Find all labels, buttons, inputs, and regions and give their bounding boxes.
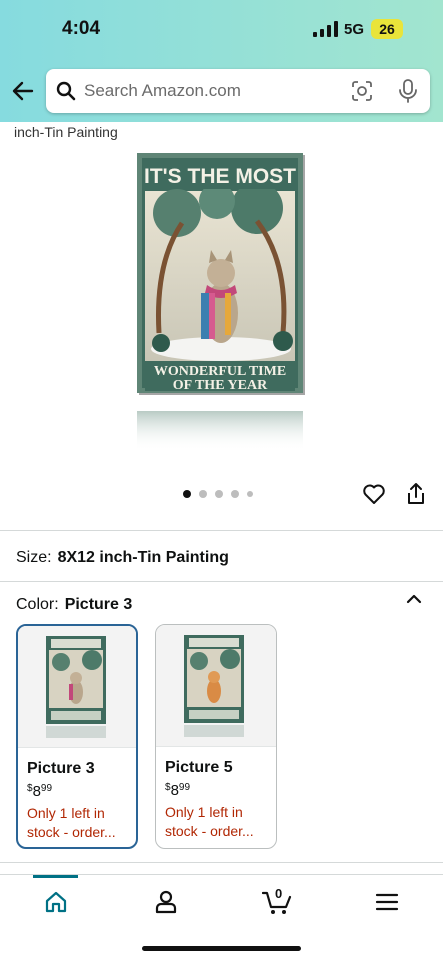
product-image[interactable]: IT'S THE MOST WONDERFUL TIME OF THE YEAR [137, 153, 307, 451]
image-carousel-dots[interactable] [183, 489, 253, 499]
color-swatch-picture-5[interactable]: Picture 5 $899 Only 1 left in stock - or… [155, 624, 277, 849]
breadcrumb: inch-Tin Painting [14, 124, 118, 140]
menu-icon[interactable] [375, 889, 399, 915]
divider [0, 862, 443, 863]
divider [0, 530, 443, 531]
home-icon[interactable] [43, 889, 69, 915]
swatch-thumbnail [18, 626, 136, 748]
home-indicator[interactable] [142, 946, 301, 951]
chevron-up-icon[interactable] [405, 592, 423, 606]
divider [0, 581, 443, 582]
swatch-thumbnail [156, 625, 276, 747]
carousel-dot[interactable] [183, 490, 191, 498]
cart-count-badge: 0 [275, 886, 283, 901]
swatch-poster-image [46, 636, 106, 738]
active-tab-indicator [33, 875, 78, 878]
back-arrow-icon[interactable] [12, 80, 34, 102]
color-label: Color: [16, 596, 59, 613]
carousel-dot[interactable] [199, 490, 207, 498]
status-time: 4:04 [62, 18, 101, 39]
heart-icon[interactable] [362, 482, 386, 506]
poster-footer-line2: OF THE YEAR [173, 378, 268, 393]
header-bar: 4:04 5G 26 [0, 0, 443, 122]
swatch-price: $899 [27, 783, 53, 800]
search-icon [56, 81, 76, 101]
color-swatch-picture-3[interactable]: Picture 3 $899 Only 1 left in stock - or… [16, 624, 138, 849]
search-input[interactable] [84, 69, 342, 113]
color-selector-header: Color: Picture 3 [16, 596, 132, 614]
network-type: 5G [344, 21, 365, 38]
swatch-name: Picture 5 [165, 759, 233, 776]
account-icon[interactable] [153, 889, 179, 915]
share-icon[interactable] [405, 482, 427, 506]
battery-icon: 26 [371, 19, 403, 39]
poster-headline: IT'S THE MOST [144, 165, 296, 188]
size-selector[interactable]: Size: 8X12 inch-Tin Painting [16, 549, 229, 567]
signal-icon [313, 21, 338, 37]
search-box[interactable] [46, 69, 430, 113]
carousel-dot[interactable] [231, 490, 239, 498]
carousel-dot[interactable] [247, 491, 253, 497]
size-value: 8X12 inch-Tin Painting [57, 549, 229, 566]
poster-footer-line1: WONDERFUL TIME [154, 364, 286, 379]
swatch-price: $899 [165, 782, 191, 799]
size-label: Size: [16, 549, 52, 566]
microphone-icon[interactable] [398, 79, 418, 103]
swatch-stock-status: Only 1 left in stock - order... [27, 805, 116, 840]
swatch-poster-image [184, 635, 244, 737]
color-value: Picture 3 [64, 596, 133, 613]
camera-lens-icon[interactable] [351, 80, 373, 102]
carousel-dot[interactable] [215, 490, 223, 498]
swatch-name: Picture 3 [27, 760, 95, 777]
swatch-stock-status: Only 1 left in stock - order... [165, 804, 254, 839]
